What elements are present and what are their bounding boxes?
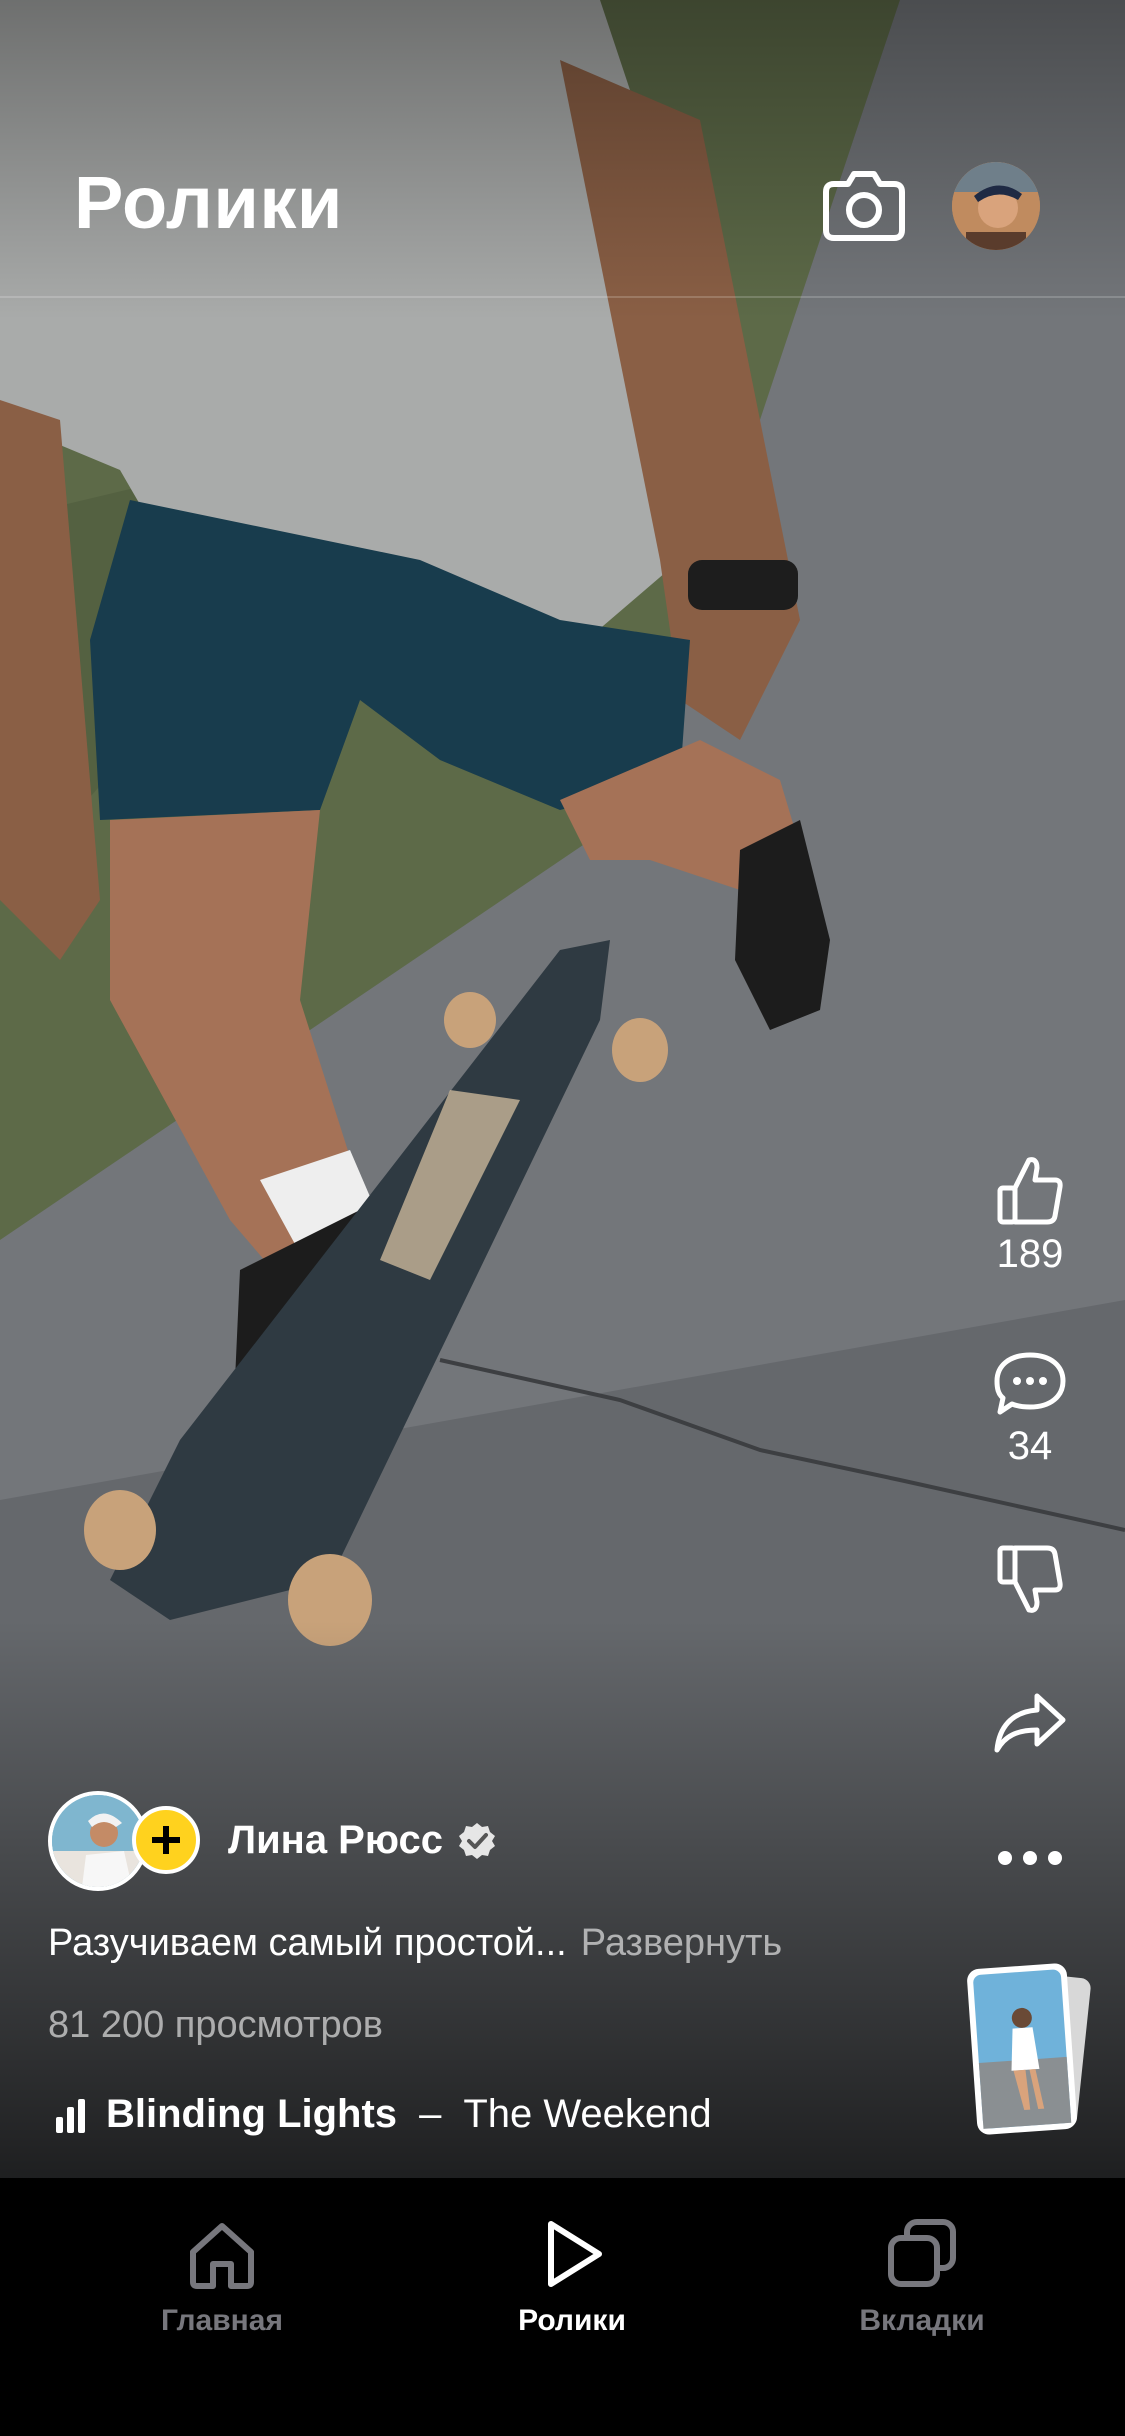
comments-count: 34 [1007,1424,1053,1468]
camera-icon [823,171,905,241]
tab-home-label: Главная [160,2304,283,2337]
expand-link[interactable]: Развернуть [581,1922,782,1964]
author-name: Лина Рюсс [228,1818,443,1862]
song-title: Blinding Lights [106,2092,398,2136]
tab-videos[interactable]: Ролики [442,2218,702,2338]
play-icon [548,2221,602,2287]
share-button[interactable] [980,1690,1080,1754]
description-text: Разучиваем самый простой... [48,1922,567,1964]
header-divider [0,296,1125,298]
tab-home[interactable]: Главная [92,2218,352,2338]
next-video-preview[interactable] [962,1960,1092,2140]
views-count: 81 200 просмотров [48,2004,383,2046]
author-name-row[interactable]: Лина Рюсс [228,1818,497,1863]
profile-avatar[interactable] [952,162,1040,250]
author-photo [52,1795,144,1887]
equalizer-icon [56,2098,85,2133]
video-description: Разучиваем самый простой... Развернуть [48,1922,782,1965]
likes-count: 189 [996,1232,1064,1276]
plus-icon [152,1826,180,1854]
tab-tabs[interactable]: Вкладки [792,2218,1052,2338]
tab-tabs-label: Вкладки [859,2304,985,2337]
tabs-icon [888,2219,956,2287]
verified-badge-icon [458,1822,495,1859]
page-title: Ролики [74,161,343,244]
bottom-tab-bar: Главная Ролики Вкладки [0,2178,1125,2436]
next-video-thumbnail [967,1963,1091,2135]
thumbs-down-icon [997,1545,1063,1613]
camera-button[interactable] [820,166,908,244]
home-icon [190,2223,254,2289]
thumbs-up-icon [997,1157,1063,1225]
follow-button[interactable] [132,1806,200,1874]
track-separator: – [419,2092,442,2136]
dislike-button[interactable] [980,1544,1080,1616]
like-button[interactable]: 189 [980,1154,1080,1277]
more-dots-icon [998,1851,1062,1865]
song-artist: The Weekend [463,2092,712,2136]
comments-button[interactable]: 34 [980,1350,1080,1469]
music-track[interactable]: Blinding Lights – The Weekend [54,2092,712,2137]
tab-videos-label: Ролики [518,2304,626,2337]
profile-photo [952,162,1040,250]
share-arrow-icon [994,1693,1066,1753]
comment-icon [994,1352,1066,1415]
more-options-button[interactable] [980,1846,1080,1870]
